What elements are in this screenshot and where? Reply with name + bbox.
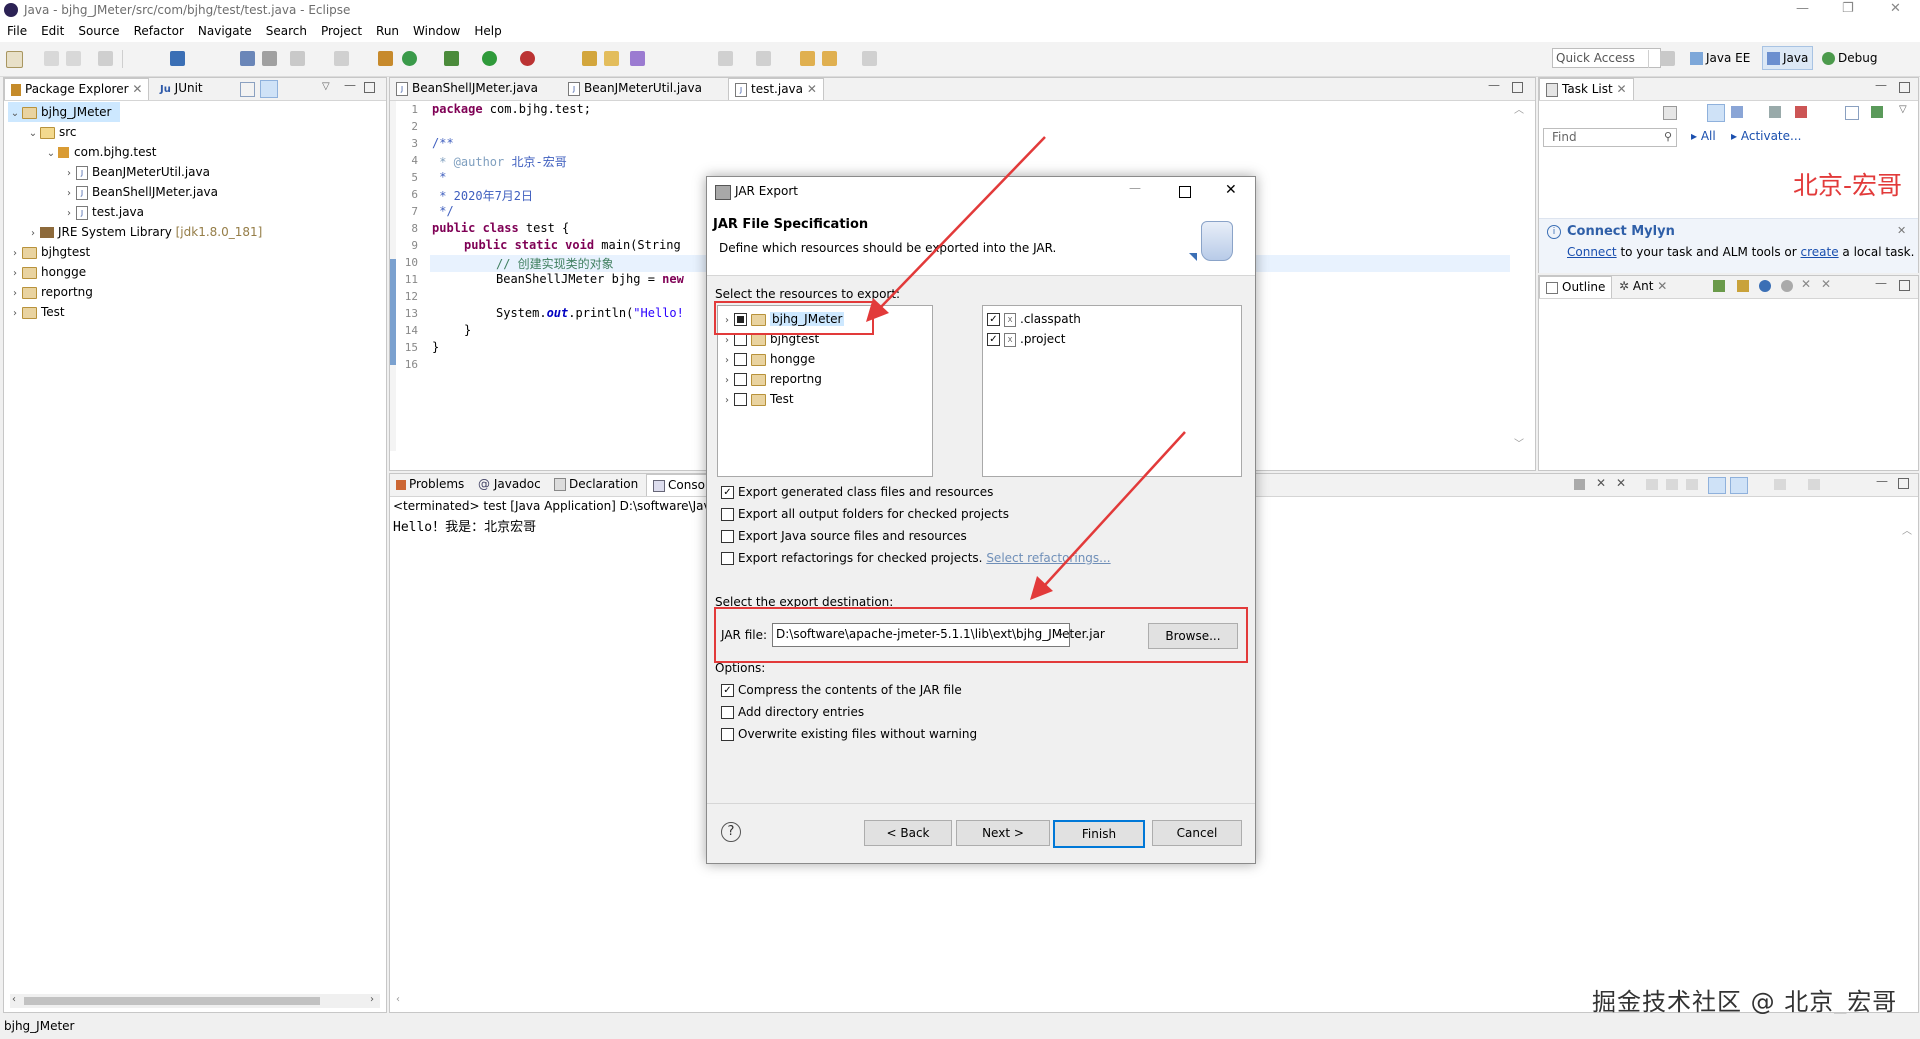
annotation-arrows xyxy=(866,136,1186,600)
annotation-arrow-1 xyxy=(879,136,1046,309)
annotation-arrow-2 xyxy=(1044,431,1186,586)
